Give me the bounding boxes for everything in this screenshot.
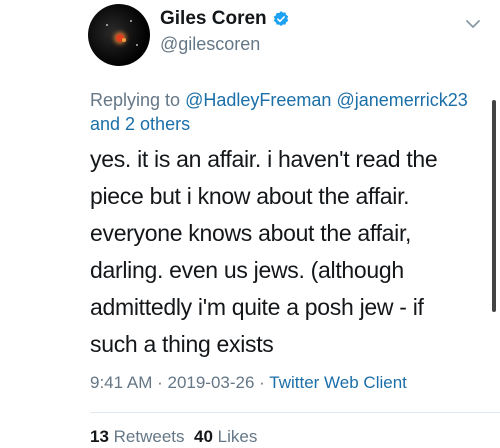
scrollbar[interactable] [492,100,496,312]
tweet-client-link[interactable]: Twitter Web Client [269,373,407,392]
tweet-card: Giles Coren @gilescoren Replying to @Had… [0,0,500,448]
tweet-text-line: piece but i know about the affair. [90,183,410,209]
avatar-dot [106,24,108,26]
author-handle[interactable]: @gilescoren [160,34,260,55]
retweets-stat[interactable]: 13 Retweets [90,427,185,446]
tweet-time[interactable]: 9:41 AM [90,373,152,392]
avatar-flare-highlight [122,38,126,42]
retweets-count: 13 [90,427,109,446]
avatar-dot [130,20,132,22]
tweet-meta: 9:41 AM · 2019-03-26 · Twitter Web Clien… [90,373,407,393]
avatar[interactable] [88,4,150,66]
chevron-down-icon[interactable] [465,16,481,32]
likes-count: 40 [193,427,213,446]
author-name-row: Giles Coren [160,8,290,30]
retweets-label: Retweets [113,427,185,446]
author-display-name[interactable]: Giles Coren [160,8,267,30]
tweet-text-line: yes. it is an affair. i haven't read the [90,146,438,172]
mention-link[interactable]: @janemerrick23 [336,90,467,110]
likes-stat[interactable]: 40 Likes [194,427,257,446]
divider [90,412,500,413]
others-link[interactable]: and 2 others [90,114,190,134]
tweet-text-line: darling. even us jews. (although [90,257,404,283]
mention-link[interactable]: @HadleyFreeman [185,90,331,110]
tweet-text-line: such a thing exists [90,331,274,357]
replying-to: Replying to @HadleyFreeman @janemerrick2… [90,88,470,136]
tweet-stats: 13 Retweets 40 Likes [90,427,257,447]
replying-to-prefix: Replying to [90,90,181,110]
verified-badge-icon [273,11,288,26]
meta-separator: · [254,373,270,392]
tweet-text: yes. it is an affair. i haven't read the… [90,141,480,363]
tweet-date[interactable]: 2019-03-26 [167,373,254,392]
meta-separator: · [152,373,168,392]
tweet-text-line: admittedly i'm quite a posh jew - if [90,294,424,320]
avatar-dot [136,44,138,46]
tweet-text-line: everyone knows about the affair, [90,220,412,246]
likes-label: Likes [217,427,258,446]
